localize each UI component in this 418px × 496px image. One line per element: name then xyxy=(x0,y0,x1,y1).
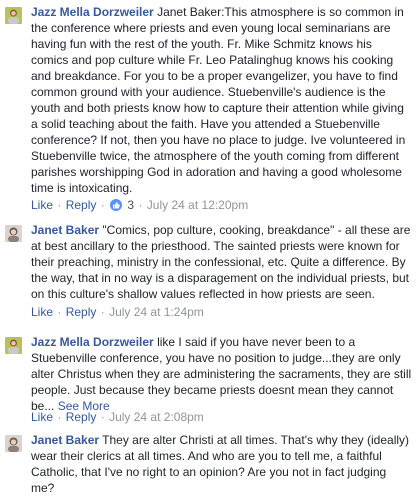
comment: Janet Baker They are alter Christi at al… xyxy=(0,432,418,496)
comment-body: Jazz Mella Dorzweiler Janet Baker:This a… xyxy=(31,4,412,196)
timestamp[interactable]: July 24 at 12:20pm xyxy=(147,198,248,212)
comment-author[interactable]: Jazz Mella Dorzweiler xyxy=(31,335,154,349)
comment-author[interactable]: Janet Baker xyxy=(31,223,99,237)
comment-actions: Like · Reply · July 24 at 1:24pm xyxy=(31,305,204,319)
user-photo-icon xyxy=(5,7,22,24)
separator: · xyxy=(57,305,62,319)
avatar[interactable] xyxy=(5,337,22,354)
comment-actions: Like · Reply · July 24 at 2:08pm xyxy=(31,410,204,424)
comment-text: Janet Baker:This atmosphere is so common… xyxy=(31,5,406,195)
reply-link[interactable]: Reply xyxy=(66,410,97,424)
comment-body: Jazz Mella Dorzweiler like I said if you… xyxy=(31,334,412,414)
avatar[interactable] xyxy=(5,7,22,24)
comment-author[interactable]: Janet Baker xyxy=(31,433,99,447)
user-photo-icon xyxy=(5,225,22,242)
separator: · xyxy=(57,410,62,424)
separator: · xyxy=(100,410,105,424)
like-link[interactable]: Like xyxy=(31,198,53,212)
separator: · xyxy=(138,198,143,212)
reaction-count[interactable]: 3 xyxy=(127,198,134,212)
comment-body: Janet Baker They are alter Christi at al… xyxy=(31,432,412,496)
comment-thread: Jazz Mella Dorzweiler Janet Baker:This a… xyxy=(0,0,418,496)
comment: Jazz Mella Dorzweiler like I said if you… xyxy=(0,334,418,424)
reply-link[interactable]: Reply xyxy=(66,305,97,319)
separator: · xyxy=(100,198,105,212)
comment-body: Janet Baker "Comics, pop culture, cookin… xyxy=(31,222,412,302)
reply-link[interactable]: Reply xyxy=(66,198,97,212)
thumbs-up-icon[interactable] xyxy=(110,199,123,211)
user-photo-icon xyxy=(5,435,22,452)
comment-actions: Like · Reply · 3 · July 24 at 12:20pm xyxy=(31,198,248,212)
comment: Jazz Mella Dorzweiler Janet Baker:This a… xyxy=(0,4,418,212)
avatar[interactable] xyxy=(5,225,22,242)
separator: · xyxy=(57,198,62,212)
separator: · xyxy=(100,305,105,319)
avatar[interactable] xyxy=(5,435,22,452)
comment-author[interactable]: Jazz Mella Dorzweiler xyxy=(31,5,154,19)
like-link[interactable]: Like xyxy=(31,410,53,424)
comment: Janet Baker "Comics, pop culture, cookin… xyxy=(0,222,418,322)
timestamp[interactable]: July 24 at 1:24pm xyxy=(109,305,204,319)
timestamp[interactable]: July 24 at 2:08pm xyxy=(109,410,204,424)
like-link[interactable]: Like xyxy=(31,305,53,319)
user-photo-icon xyxy=(5,337,22,354)
